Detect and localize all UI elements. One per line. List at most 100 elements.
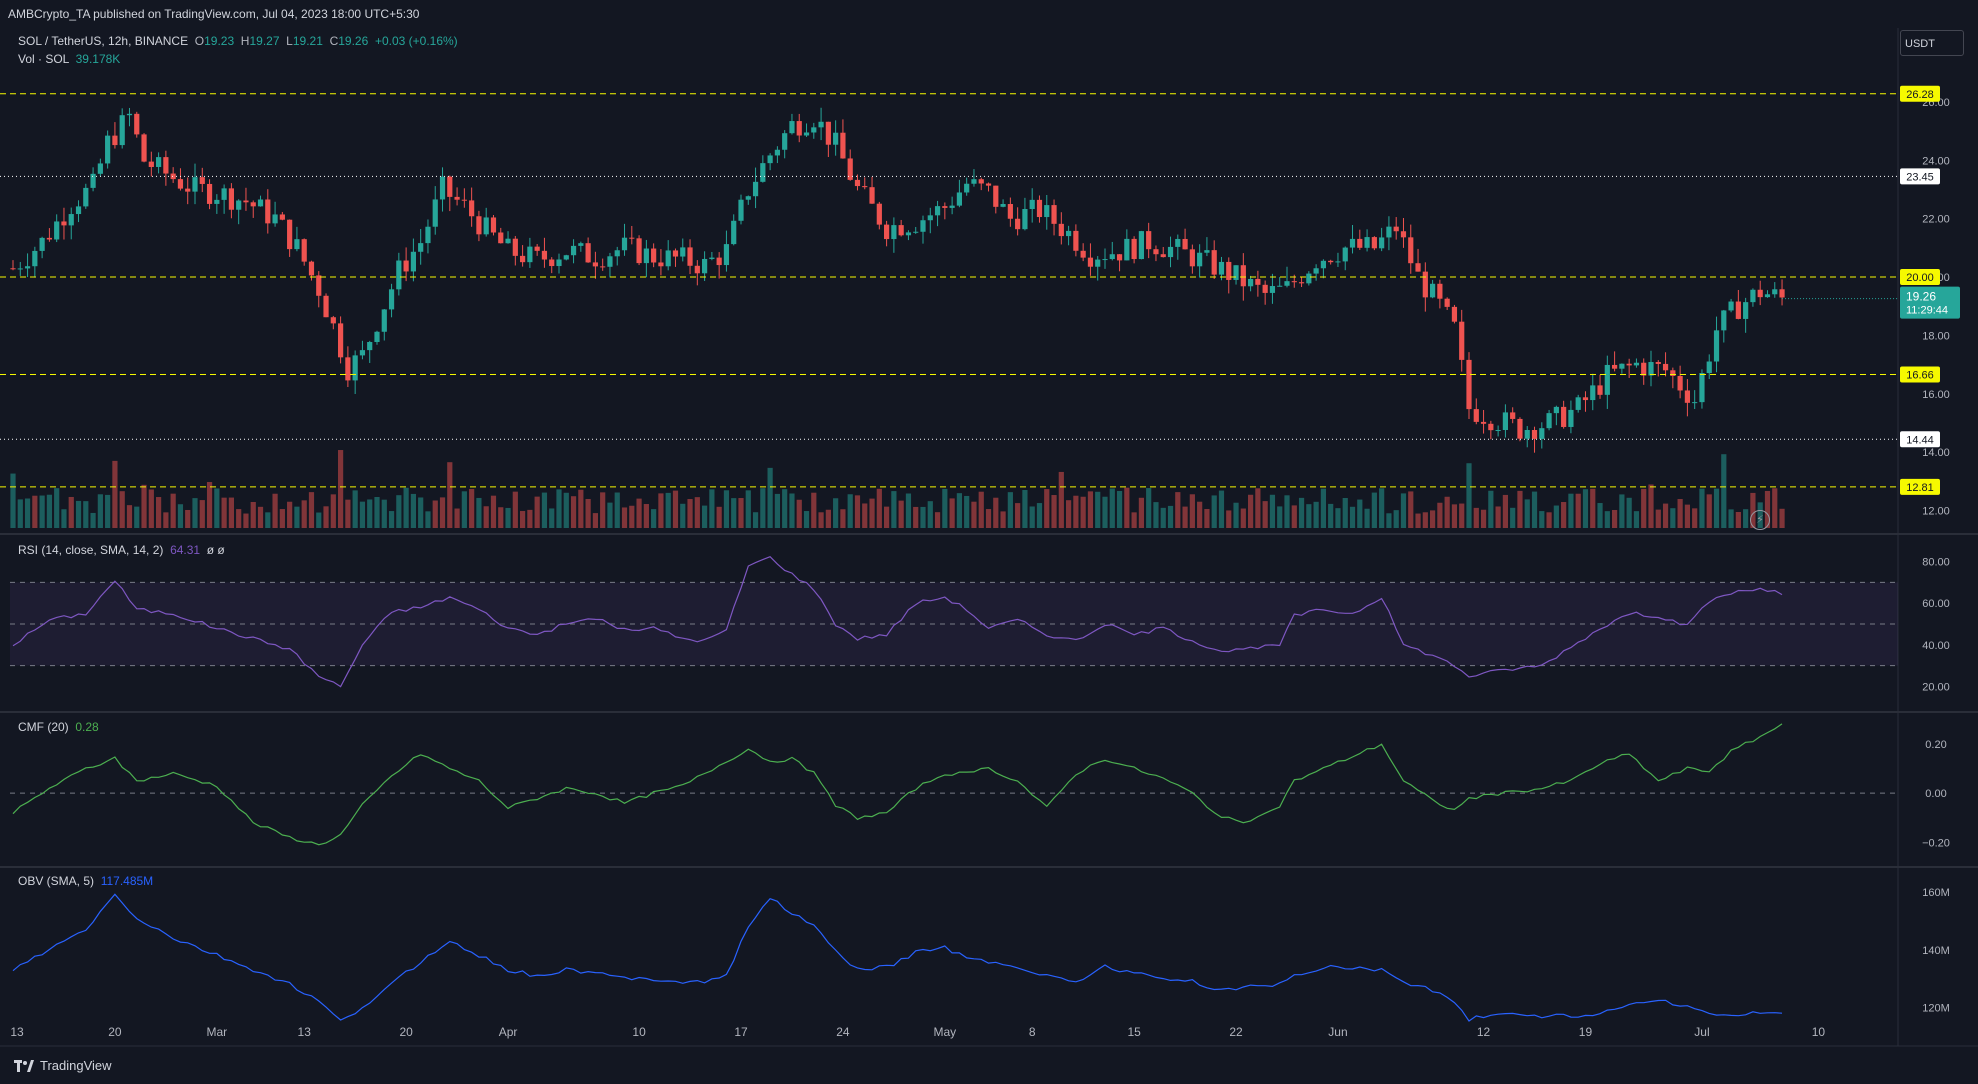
volume-bar (1109, 488, 1115, 528)
volume-bar (1597, 503, 1603, 528)
volume-bar (1677, 499, 1683, 528)
cmf-label[interactable]: CMF (20) (18, 720, 69, 734)
volume-bar (432, 500, 438, 528)
candle-body (214, 199, 220, 204)
candle-body (978, 179, 984, 184)
volume-bar (1124, 487, 1130, 528)
candle-body (1451, 306, 1458, 322)
candle-body (913, 231, 919, 233)
volume-bar (61, 509, 67, 528)
volume-bar (818, 512, 824, 528)
candle-body (1517, 418, 1523, 439)
price-tick-label: 14.00 (1922, 447, 1950, 459)
candle-body (1379, 237, 1385, 249)
candle-body (585, 243, 591, 263)
obv-value: 117.485M (100, 874, 154, 888)
volume-label[interactable]: Vol · SOL (18, 52, 69, 66)
volume-bar (1131, 512, 1137, 528)
candle-body (1146, 231, 1152, 250)
candle-body (454, 196, 460, 200)
candle-body (723, 244, 730, 266)
volume-bar (236, 509, 242, 528)
volume-bar (1604, 511, 1610, 528)
volume-bar (1277, 506, 1283, 528)
volume-bar (745, 490, 751, 528)
candle-body (1284, 281, 1290, 286)
publisher-bar: AMBCrypto_TA published on TradingView.co… (0, 0, 1978, 28)
currency-selector[interactable]: USDT (1900, 30, 1964, 56)
volume-bar (1036, 503, 1043, 528)
volume-bar (1218, 490, 1225, 528)
volume-bar (1553, 505, 1559, 528)
candle-body (702, 258, 708, 274)
time-tick-label: 15 (1127, 1025, 1141, 1039)
candle-body (1641, 362, 1647, 376)
candle-body (498, 232, 504, 244)
volume-bar (993, 497, 999, 528)
volume-bar (1655, 509, 1661, 528)
candle-body (206, 183, 213, 204)
volume-bar (942, 488, 948, 528)
candle-body (1779, 289, 1785, 298)
volume-bar (1357, 499, 1363, 528)
volume-bar (636, 498, 642, 528)
candle-body (10, 268, 16, 270)
candle-body (1568, 409, 1574, 427)
candle-body (1772, 289, 1778, 295)
volume-bar (156, 497, 162, 528)
candle-body (1211, 250, 1217, 275)
candle-body (570, 245, 577, 256)
candle-body (862, 186, 868, 188)
volume-bar (1284, 495, 1290, 528)
chart-canvas[interactable]: 12.0014.0016.0018.0020.0022.0024.0026.00… (0, 28, 1978, 1048)
volume-bar (796, 499, 802, 528)
obv-label[interactable]: OBV (SMA, 5) (18, 874, 94, 888)
volume-bar (709, 489, 715, 528)
volume-bar (1779, 508, 1785, 528)
volume-bar (1146, 488, 1152, 528)
candle-body (1408, 237, 1414, 264)
candle-body (1298, 282, 1305, 284)
tradingview-logo[interactable]: TradingView (14, 1048, 112, 1084)
volume-bar (214, 488, 220, 528)
volume-bar (687, 499, 693, 528)
volume-bar (512, 491, 518, 528)
candle-body (789, 121, 795, 134)
candle-body (490, 217, 497, 233)
tradingview-logo-icon (14, 1060, 34, 1072)
volume-bar (265, 512, 271, 528)
candle-body (1386, 226, 1392, 238)
candle-body (1393, 226, 1399, 232)
candle-body (257, 199, 264, 207)
candle-body (272, 214, 278, 224)
candle-body (1124, 238, 1130, 261)
candle-body (439, 176, 446, 200)
rsi-extra: ø ø (206, 543, 225, 557)
candle-body (418, 243, 424, 252)
volume-bar (1262, 501, 1268, 528)
lightning-icon[interactable]: ⚡ (1750, 510, 1770, 530)
volume-bar (447, 462, 453, 528)
volume-bar (614, 492, 620, 528)
candle-body (774, 149, 780, 156)
volume-bar (1066, 500, 1072, 528)
publisher-text: AMBCrypto_TA published on TradingView.co… (8, 7, 420, 21)
candle-body (308, 261, 315, 276)
volume-bar (541, 492, 548, 528)
indicator-tick-label: 140M (1922, 945, 1950, 957)
volume-bar (1335, 508, 1341, 528)
volume-bar (498, 507, 504, 528)
candle-body (1764, 294, 1771, 298)
candle-body (134, 113, 140, 135)
time-tick-label: 12 (1477, 1025, 1491, 1039)
indicator-tick-label: 60.00 (1922, 598, 1950, 610)
volume-bar (1684, 504, 1690, 528)
volume-bar (1073, 495, 1079, 528)
volume-bar (1349, 506, 1356, 528)
time-tick-label: Mar (207, 1025, 228, 1039)
rsi-label[interactable]: RSI (14, close, SMA, 14, 2) (18, 543, 163, 557)
candle-body (1131, 238, 1137, 260)
volume-bar (1444, 496, 1450, 528)
candle-body (745, 196, 751, 200)
symbol-label[interactable]: SOL / TetherUS, 12h, BINANCE (18, 34, 188, 48)
